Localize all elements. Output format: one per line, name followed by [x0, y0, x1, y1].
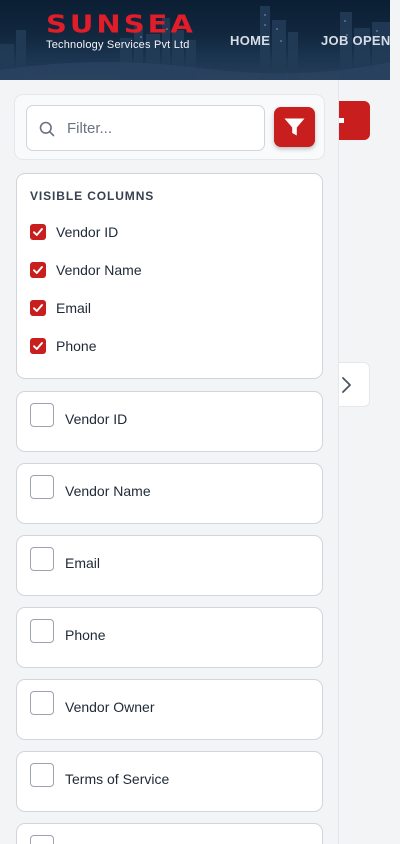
column-option-label: Email [65, 555, 101, 571]
column-option-vendor-owner[interactable]: Vendor Owner [16, 679, 323, 740]
logo-wordmark: SUNSEA [46, 9, 196, 39]
company-logo[interactable]: SUNSEA Technology Services Pvt Ltd [46, 12, 196, 51]
app-header: SUNSEA Technology Services Pvt Ltd HOME … [0, 0, 390, 80]
checkbox-checked[interactable] [30, 262, 46, 278]
visible-column-label: Email [56, 300, 92, 316]
filter-funnel-icon [284, 118, 305, 136]
filter-input-wrapper [26, 105, 265, 151]
column-option-label: Terms of Service [65, 771, 170, 787]
checkbox-checked[interactable] [30, 338, 46, 354]
nav-home[interactable]: HOME [230, 33, 270, 48]
column-option-label: Phone [65, 627, 106, 643]
visible-columns-title: VISIBLE COLUMNS [30, 189, 155, 203]
column-option-email[interactable]: Email [16, 535, 323, 596]
checkbox-unchecked[interactable] [30, 763, 54, 787]
column-option-label: Vendor ID [65, 411, 128, 427]
checkbox-unchecked[interactable] [30, 835, 54, 844]
visible-column-label: Phone [56, 338, 97, 354]
checkbox-checked[interactable] [30, 224, 46, 240]
visible-columns-section: VISIBLE COLUMNS Vendor ID Vendor Name Em… [16, 173, 323, 379]
visible-column-email[interactable]: Email [30, 298, 91, 318]
checkmark-icon [33, 228, 43, 236]
checkmark-icon [33, 304, 43, 312]
visible-column-vendor-name[interactable]: Vendor Name [30, 260, 142, 280]
column-option-terms-of-service[interactable]: Terms of Service [16, 751, 323, 812]
checkbox-unchecked[interactable] [30, 691, 54, 715]
nav-job-openings[interactable]: JOB OPENI [321, 33, 390, 48]
search-icon [39, 121, 55, 137]
chevron-right-icon [342, 377, 351, 393]
column-chooser-panel: VISIBLE COLUMNS Vendor ID Vendor Name Em… [0, 80, 339, 844]
checkbox-unchecked[interactable] [30, 619, 54, 643]
visible-column-label: Vendor Name [56, 262, 142, 278]
column-option-vendor-id[interactable]: Vendor ID [16, 391, 323, 452]
column-option-partial[interactable] [16, 823, 323, 844]
column-option-vendor-name[interactable]: Vendor Name [16, 463, 323, 524]
column-option-label: Vendor Name [65, 483, 151, 499]
visible-column-vendor-id[interactable]: Vendor ID [30, 222, 118, 242]
column-option-label: Vendor Owner [65, 699, 155, 715]
checkmark-icon [33, 342, 43, 350]
column-option-phone[interactable]: Phone [16, 607, 323, 668]
checkbox-unchecked[interactable] [30, 475, 54, 499]
logo-subtitle: Technology Services Pvt Ltd [46, 39, 190, 51]
visible-column-label: Vendor ID [56, 224, 119, 240]
checkbox-checked[interactable] [30, 300, 46, 316]
checkbox-unchecked[interactable] [30, 547, 54, 571]
filter-bar [14, 94, 325, 160]
filter-button[interactable] [274, 107, 315, 147]
visible-column-phone[interactable]: Phone [30, 336, 96, 356]
checkmark-icon [33, 266, 43, 274]
filter-input[interactable] [67, 106, 257, 150]
checkbox-unchecked[interactable] [30, 403, 54, 427]
